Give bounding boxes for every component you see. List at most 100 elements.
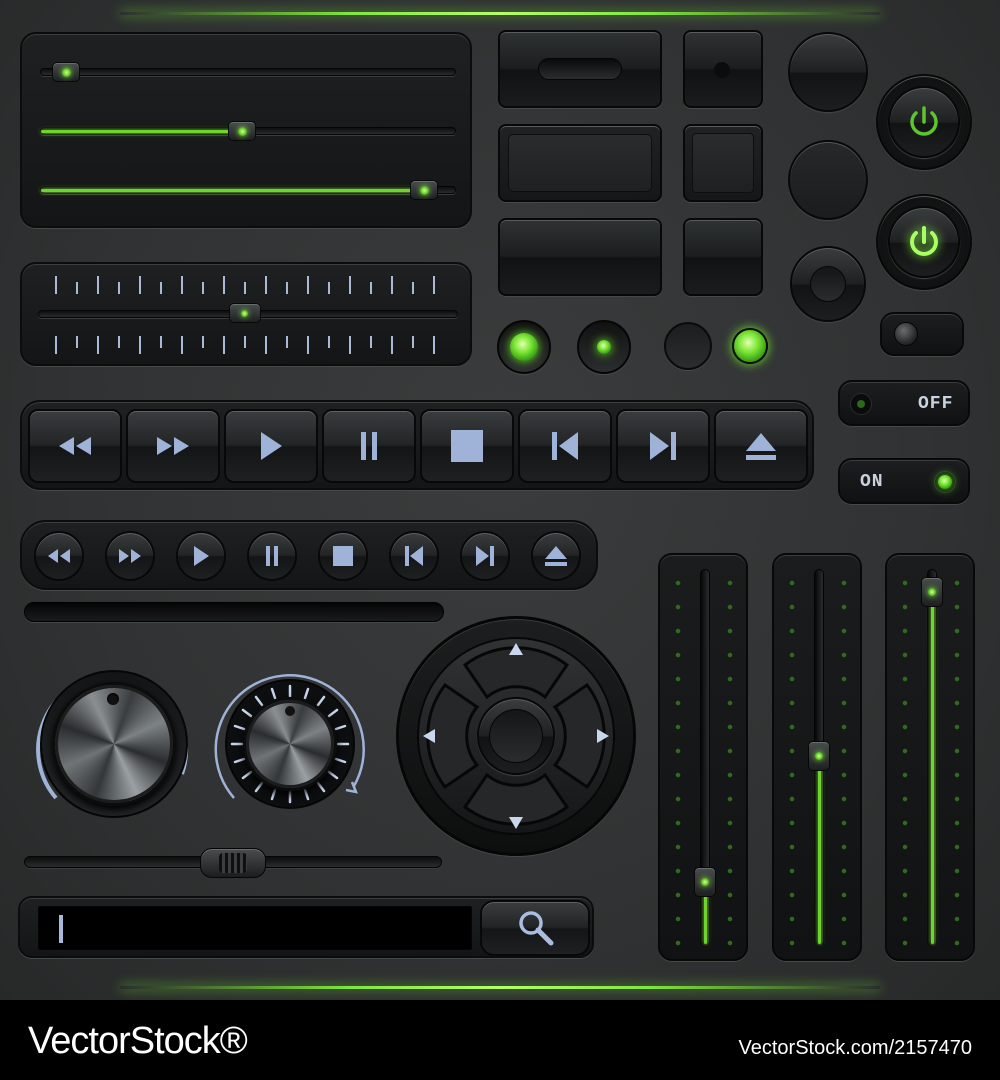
vertical-fader-1 (658, 553, 748, 961)
skip-forward-button-small[interactable] (460, 531, 510, 581)
ui-kit-canvas: OFF ON (0, 0, 1000, 1000)
square-button-plain[interactable] (683, 218, 763, 296)
round-button-3[interactable] (790, 246, 866, 322)
slider-track-1[interactable] (40, 68, 456, 76)
search-button[interactable] (480, 900, 590, 956)
pause-button-small[interactable] (247, 531, 297, 581)
arrow-left-icon (423, 729, 435, 743)
led-indicator-bright (732, 328, 768, 364)
fast-forward-icon (119, 549, 141, 563)
led-light (510, 333, 538, 361)
dpad-down[interactable] (505, 811, 527, 833)
play-button[interactable] (224, 409, 318, 483)
transport-bar-large (20, 400, 814, 490)
skip-back-button-small[interactable] (389, 531, 439, 581)
slot-indicator (538, 58, 622, 80)
dpad-right[interactable] (591, 725, 613, 747)
grip-icon (219, 853, 247, 873)
power-icon (910, 226, 938, 256)
square-button-dot[interactable] (683, 30, 763, 108)
dpad-left[interactable] (419, 725, 441, 747)
play-icon (261, 432, 282, 460)
skip-forward-icon (650, 432, 676, 460)
rect-button-slot[interactable] (498, 30, 662, 108)
skip-back-icon (552, 432, 578, 460)
bottom-glow-line (120, 986, 880, 989)
led-light (597, 340, 611, 354)
volume-knob[interactable] (52, 682, 176, 806)
slider-thumb-2[interactable] (228, 121, 256, 141)
dpad (396, 616, 636, 856)
stop-button-small[interactable] (318, 531, 368, 581)
dpad-center-button[interactable] (477, 697, 555, 775)
search-icon (519, 911, 554, 946)
power-button-off[interactable] (876, 74, 972, 170)
rewind-icon (48, 549, 70, 563)
toggle-led-off (857, 400, 865, 408)
toggle-off[interactable]: OFF (838, 380, 970, 426)
stop-button[interactable] (420, 409, 514, 483)
rewind-button-small[interactable] (34, 531, 84, 581)
fader-thumb-3[interactable] (921, 577, 943, 607)
square-button-inset[interactable] (683, 124, 763, 202)
slider-thumb-3[interactable] (410, 180, 438, 200)
led-indicator-off (664, 322, 712, 370)
pause-icon (361, 432, 377, 460)
tick-slider-panel (20, 262, 472, 366)
vertical-fader-2 (772, 553, 862, 961)
skip-back-icon (405, 546, 423, 566)
eject-icon (545, 546, 567, 566)
fast-forward-button[interactable] (126, 409, 220, 483)
dial-knob[interactable] (243, 697, 337, 791)
rewind-icon (59, 437, 91, 455)
stop-icon (451, 430, 483, 462)
footer-brand: VectorStock® (28, 1020, 248, 1062)
pause-button[interactable] (322, 409, 416, 483)
text-cursor (59, 915, 63, 943)
vertical-fader-3 (885, 553, 975, 961)
fast-forward-button-small[interactable] (105, 531, 155, 581)
rect-button-plain[interactable] (498, 218, 662, 296)
arrow-right-icon (597, 729, 609, 743)
footer-id: VectorStock.com/2157470 (738, 1037, 972, 1059)
skip-forward-icon (476, 546, 494, 566)
search-input[interactable] (38, 906, 472, 950)
power-button-on[interactable] (876, 194, 972, 290)
balance-slider-thumb[interactable] (200, 848, 266, 878)
rect-button-inset[interactable] (498, 124, 662, 202)
slider-thumb-1[interactable] (52, 62, 80, 82)
fader-track-3[interactable] (927, 569, 937, 947)
skip-forward-button[interactable] (616, 409, 710, 483)
transport-bar-small (20, 520, 598, 590)
led-indicator-large-on (497, 320, 551, 374)
dpad-up[interactable] (505, 639, 527, 661)
knob-indicator (285, 706, 295, 716)
toggle-on[interactable]: ON (838, 458, 970, 504)
rewind-button[interactable] (28, 409, 122, 483)
power-icon (910, 106, 938, 136)
skip-back-button[interactable] (518, 409, 612, 483)
slider-track-3[interactable] (40, 186, 456, 194)
search-bar (18, 896, 594, 958)
round-button-1[interactable] (788, 32, 868, 112)
fast-forward-icon (157, 437, 189, 455)
toggle-switch-plain[interactable] (880, 312, 964, 356)
eject-button-small[interactable] (531, 531, 581, 581)
tick-slider-thumb[interactable] (229, 303, 261, 323)
fader-thumb-1[interactable] (694, 867, 716, 897)
play-button-small[interactable] (176, 531, 226, 581)
arrow-down-icon (509, 817, 523, 829)
eject-button[interactable] (714, 409, 808, 483)
toggle-led-on (938, 475, 952, 489)
arrow-up-icon (509, 643, 523, 655)
dot-indicator (714, 62, 730, 78)
fader-thumb-2[interactable] (808, 741, 830, 771)
top-glow-line (120, 12, 880, 15)
toggle-off-label: OFF (918, 394, 954, 414)
knob-indicator (107, 693, 119, 705)
progress-groove[interactable] (24, 602, 444, 622)
eject-icon (746, 433, 776, 460)
play-icon (194, 546, 209, 566)
toggle-on-label: ON (860, 472, 884, 492)
round-button-2[interactable] (788, 140, 868, 220)
